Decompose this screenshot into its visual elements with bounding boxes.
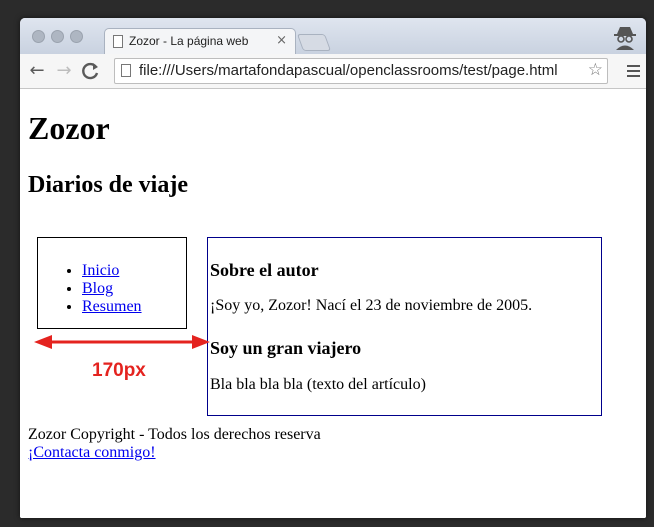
width-annotation-label: 170px [92,360,146,381]
nav-menu: Inicio Blog Resumen [37,237,187,329]
incognito-icon [614,27,636,50]
maximize-window-dot[interactable] [70,30,83,43]
article-section: Sobre el autor ¡Soy yo, Zozor! Nací el 2… [207,237,602,416]
file-icon [121,64,131,77]
active-tab[interactable]: Zozor - La página web × [104,28,296,55]
article-paragraph: Bla bla bla bla (texto del artículo) [210,376,426,393]
site-title: Zozor [28,110,110,146]
site-tagline: Diarios de viaje [28,172,188,198]
browser-toolbar: ← → file:///Users/martafondapascual/open… [20,54,646,89]
page-icon [113,35,123,48]
width-annotation-arrow-icon [34,335,210,349]
nav-link-resumen[interactable]: Resumen [82,298,142,315]
menu-icon[interactable] [627,65,640,80]
nav-item: Blog [82,280,142,298]
section-heading-author: Sobre el autor [210,260,319,280]
page-content: Zozor Diarios de viaje Inicio Blog Resum… [20,89,646,518]
contact-link[interactable]: ¡Contacta conmigo! [28,444,156,462]
minimize-window-dot[interactable] [51,30,64,43]
close-window-dot[interactable] [32,30,45,43]
section-heading-traveler: Soy un gran viajero [210,338,362,358]
nav-item: Inicio [82,262,142,280]
footer-copyright: Zozor Copyright - Todos los derechos res… [28,426,321,443]
tab-close-icon[interactable]: × [276,33,287,48]
back-arrow-icon[interactable]: ← [26,60,48,82]
bookmark-star-icon[interactable]: ☆ [588,60,603,80]
forward-arrow-icon[interactable]: → [53,60,75,82]
nav-item: Resumen [82,298,142,316]
nav-link-blog[interactable]: Blog [82,280,113,297]
address-url[interactable]: file:///Users/martafondapascual/openclas… [139,62,558,79]
author-paragraph: ¡Soy yo, Zozor! Nací el 23 de noviembre … [210,297,533,314]
tab-title: Zozor - La página web [129,34,249,48]
reload-icon[interactable] [80,60,102,82]
browser-window: Zozor - La página web × ← → file:///User… [20,18,646,518]
new-tab-button[interactable] [296,34,332,51]
address-bar[interactable]: file:///Users/martafondapascual/openclas… [114,58,608,84]
tab-strip: Zozor - La página web × [20,18,646,55]
nav-link-inicio[interactable]: Inicio [82,262,119,279]
